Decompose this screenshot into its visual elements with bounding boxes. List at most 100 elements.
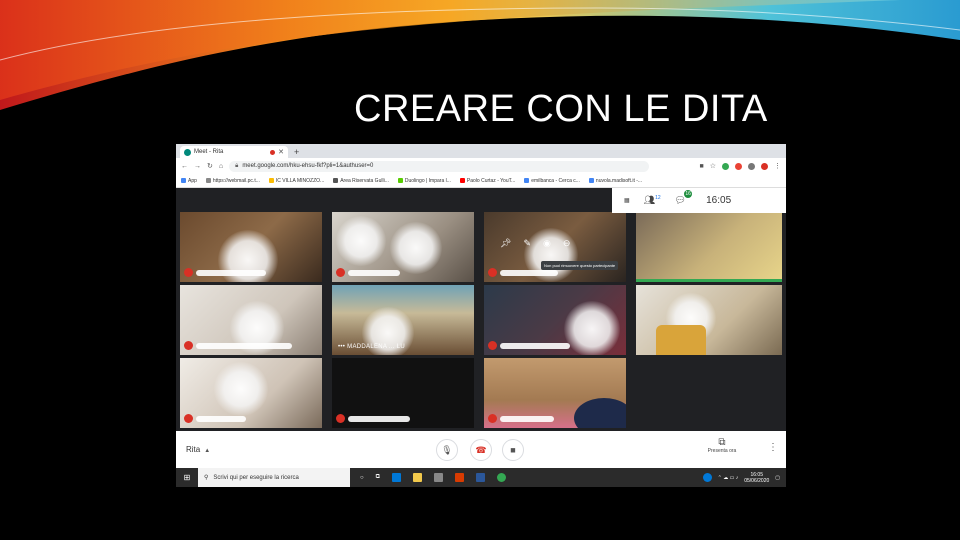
windows-start-icon[interactable]: ⊞: [176, 473, 198, 482]
extension-icon[interactable]: [735, 162, 742, 170]
participant-tile[interactable]: ••• MADDALENA ... LU: [332, 285, 474, 355]
participant-tile[interactable]: [484, 358, 626, 428]
meet-screenshot: Meet - Rita ✕ + ← → ↻ ⌂ 🔒︎ meet.google.c…: [176, 144, 786, 487]
powerpoint-icon[interactable]: [454, 473, 464, 482]
search-placeholder: Scrivi qui per eseguire la ricerca: [213, 474, 299, 481]
present-now-button[interactable]: ⧉ Presenta ora: [700, 437, 744, 454]
url-field[interactable]: 🔒︎ meet.google.com/hku-ehsu-fkf?pli=1&au…: [229, 160, 650, 172]
bookmark-item[interactable]: nuvola.madisoft.it -...: [588, 178, 642, 184]
pin-icon[interactable]: 📌︎: [500, 238, 511, 249]
notifications-icon[interactable]: ▢: [775, 475, 780, 481]
mic-muted-icon: [488, 414, 497, 423]
taskbar-search[interactable]: ⚲ Scrivi qui per eseguire la ricerca: [198, 468, 350, 487]
file-explorer-icon[interactable]: [412, 473, 422, 482]
participant-tile[interactable]: [180, 212, 322, 282]
clock[interactable]: 16:05 05/06/2020: [744, 472, 769, 484]
browser-tabbar: Meet - Rita ✕ +: [176, 144, 786, 158]
user-menu[interactable]: Rita ▲: [186, 445, 210, 454]
bookmark-favicon-icon: [588, 178, 594, 183]
camera-indicator-icon[interactable]: ■: [699, 163, 703, 170]
chrome-icon[interactable]: [496, 473, 506, 482]
forward-icon[interactable]: →: [194, 163, 201, 170]
participant-tile-speaking[interactable]: [636, 212, 782, 282]
participant-tile[interactable]: [332, 358, 474, 428]
participant-tile[interactable]: [636, 285, 782, 355]
tooltip: Non puoi rimuovere questo partecipante: [541, 261, 619, 270]
tab-close-icon[interactable]: ✕: [278, 148, 284, 156]
participant-tile[interactable]: [332, 212, 474, 282]
participant-tile[interactable]: [180, 285, 322, 355]
new-tab-button[interactable]: +: [294, 146, 299, 158]
name-bar: [500, 343, 570, 349]
mic-button[interactable]: 🎙︎: [436, 439, 458, 461]
task-view-icon[interactable]: ⧉: [376, 474, 380, 481]
back-icon[interactable]: ←: [181, 163, 188, 170]
edge-icon[interactable]: [391, 473, 401, 482]
mic-muted-icon: [184, 268, 193, 277]
bookmark-item[interactable]: App: [181, 178, 197, 184]
tile-hover-controls: 📌︎ ✎ ◉ ⊖: [500, 238, 570, 249]
extensions: ■ ☆ ⋮: [699, 162, 781, 170]
bookmark-item[interactable]: emilbanca - Cerca c...: [524, 178, 580, 184]
bookmark-star-icon[interactable]: ☆: [710, 162, 716, 170]
blurred-face: [390, 222, 442, 274]
bookmark-item[interactable]: IC VILLA MINOZZO...: [268, 178, 324, 184]
name-bar: [348, 270, 400, 276]
word-icon[interactable]: [475, 473, 485, 482]
remove-participant-icon[interactable]: ⊖: [563, 238, 571, 249]
store-icon[interactable]: [433, 473, 443, 482]
recording-dot-icon: [270, 149, 276, 155]
dark-object: [574, 398, 626, 428]
bookmark-favicon-icon: [524, 178, 530, 183]
blurred-face: [336, 216, 386, 266]
profile-avatar[interactable]: [761, 162, 768, 170]
name-bar: [196, 270, 266, 276]
participants-button[interactable]: 👥︎12: [644, 195, 661, 206]
name-bar: [500, 270, 558, 276]
mic-muted-icon: [184, 414, 193, 423]
bookmark-label: Paolo Curtaz - YouT...: [466, 177, 516, 184]
speaking-indicator: [636, 279, 782, 282]
windows-taskbar: ⊞ ⚲ Scrivi qui per eseguire la ricerca ○…: [176, 468, 786, 487]
tray-icons[interactable]: ⌃ ☁ ▭ ♪: [718, 475, 739, 481]
mic-muted-icon: [488, 341, 497, 350]
participant-name-text: MADDALENA ... LU: [347, 344, 405, 350]
meet-favicon-icon: [184, 148, 191, 156]
grid-layout-icon[interactable]: ▦: [624, 197, 630, 204]
address-bar-row: ← → ↻ ⌂ 🔒︎ meet.google.com/hku-ehsu-fkf?…: [176, 158, 786, 174]
mic-muted-icon: [488, 268, 497, 277]
camera-button[interactable]: ■: [502, 439, 524, 461]
participant-tile[interactable]: [484, 285, 626, 355]
menu-icon[interactable]: ⋮: [774, 162, 781, 170]
participant-tile[interactable]: [180, 358, 322, 428]
bookmark-item[interactable]: https://webmail.pc.t...: [205, 178, 260, 184]
blurred-face: [564, 301, 620, 355]
bookmark-favicon-icon: [333, 178, 339, 183]
browser-tab[interactable]: Meet - Rita ✕: [180, 146, 288, 158]
reload-icon[interactable]: ↻: [207, 162, 213, 170]
chat-button[interactable]: 💬︎ 16: [675, 190, 693, 206]
help-icon[interactable]: [702, 473, 712, 482]
meet-clock: 16:05: [706, 195, 732, 206]
blurred-face: [214, 362, 268, 416]
home-icon[interactable]: ⌂: [219, 163, 223, 170]
url-text: meet.google.com/hku-ehsu-fkf?pli=1&authu…: [242, 163, 374, 169]
bookmark-favicon-icon: [181, 178, 186, 183]
eye-icon[interactable]: ◉: [543, 238, 551, 249]
caret-up-icon: ▲: [204, 448, 211, 454]
bookmark-item[interactable]: Area Riservata Gulli...: [333, 178, 389, 184]
present-icon: ⧉: [718, 437, 726, 448]
bookmark-label: App: [188, 177, 197, 184]
extension-icon[interactable]: [722, 162, 729, 170]
mute-participant-icon[interactable]: ✎: [523, 238, 531, 249]
participant-name: ••• MADDALENA ... LU: [338, 344, 405, 350]
meet-top-controls: ▦ 👥︎12 💬︎ 16 16:05: [612, 188, 786, 213]
bookmark-item[interactable]: Paolo Curtaz - YouT...: [459, 177, 516, 184]
more-options-icon[interactable]: ⋮: [768, 442, 778, 453]
lock-icon: 🔒︎: [235, 162, 239, 169]
cortana-icon[interactable]: ○: [360, 475, 364, 481]
hangup-button[interactable]: ☎: [470, 439, 492, 461]
bookmark-item[interactable]: Duolingo | Impara l...: [397, 178, 451, 184]
mic-muted-icon: [336, 268, 345, 277]
extension-icon[interactable]: [748, 162, 755, 170]
